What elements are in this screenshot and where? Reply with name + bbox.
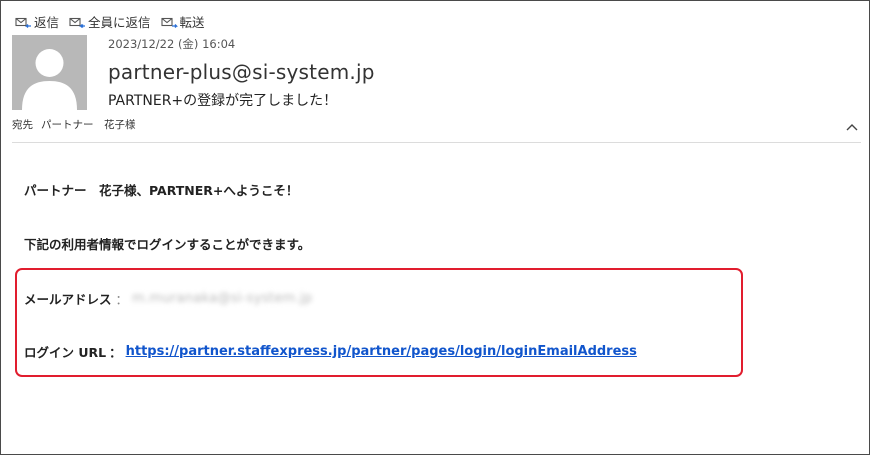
avatar-person-icon: [22, 49, 77, 110]
reply-label: 返信: [34, 15, 60, 30]
email-label: メールアドレス: [24, 292, 112, 307]
login-url-row: ログイン URL ： https://partner.staffexpress.…: [24, 342, 637, 361]
forward-label: 転送: [179, 15, 205, 30]
login-url-link[interactable]: https://partner.staffexpress.jp/partner/…: [126, 344, 637, 359]
sent-date: 2023/12/22 (金) 16:04: [108, 37, 236, 51]
sender-avatar: [12, 35, 87, 110]
login-separator: ：: [109, 345, 122, 360]
reply-all-icon: [69, 17, 86, 28]
reply-all-button[interactable]: 全員に返信: [69, 12, 151, 31]
to-recipient[interactable]: パートナー 花子様: [41, 117, 136, 132]
intro-text: 下記の利用者情報でログインすることができます。: [24, 237, 311, 252]
sender-address[interactable]: partner-plus@si-system.jp: [108, 60, 375, 84]
email-row: メールアドレス ： m.muranaka@si-system.jp: [24, 289, 312, 308]
message-toolbar: 返信 全員に返信 転送: [15, 12, 205, 31]
reply-button[interactable]: 返信: [15, 12, 59, 31]
forward-button[interactable]: 転送: [160, 12, 205, 31]
email-value-blurred: m.muranaka@si-system.jp: [132, 291, 313, 306]
email-separator: ：: [115, 292, 129, 307]
greeting-text: パートナー 花子様、PARTNER+へようこそ！: [24, 183, 299, 198]
reply-icon: [15, 17, 31, 28]
email-reading-pane: 返信 全員に返信 転送 2023/12/22 (金) 16:04 partner…: [0, 0, 870, 455]
chevron-up-icon[interactable]: [845, 121, 859, 133]
header-divider: [12, 142, 861, 143]
forward-icon: [160, 17, 178, 28]
recipients-line: 宛先 パートナー 花子様: [12, 117, 136, 132]
to-label: 宛先: [12, 119, 33, 131]
message-subject: PARTNER+の登録が完了しました！: [108, 93, 338, 109]
reply-all-label: 全員に返信: [88, 15, 151, 30]
login-url-label: ログイン URL: [24, 345, 107, 360]
